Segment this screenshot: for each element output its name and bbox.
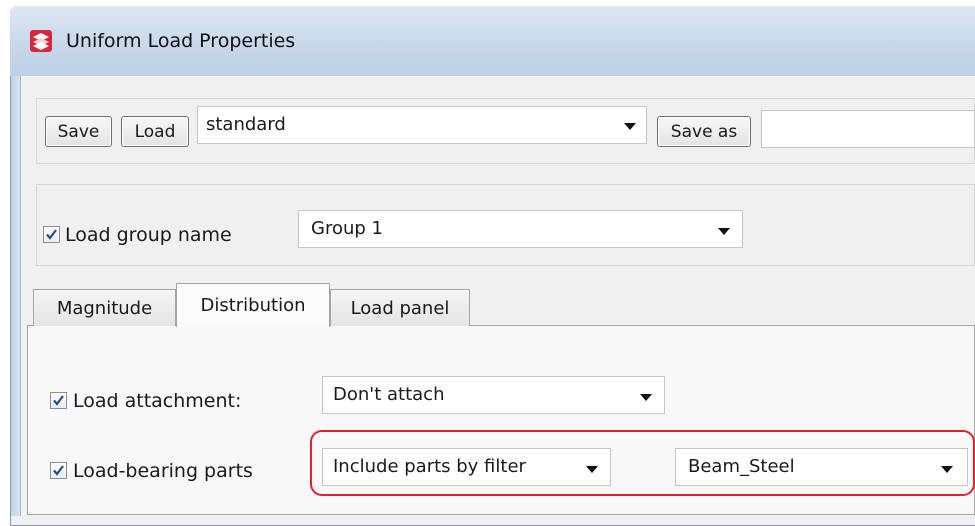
load-bearing-checkbox[interactable] (50, 462, 67, 479)
save-as-name-input[interactable] (761, 110, 975, 148)
window-title: Uniform Load Properties (66, 30, 296, 52)
chevron-down-icon (640, 394, 652, 401)
load-group-checkbox[interactable] (43, 226, 60, 243)
load-attachment-label: Load attachment: (73, 390, 242, 412)
checkmark-icon (53, 395, 64, 406)
load-bearing-mode-dropdown[interactable]: Include parts by filter (322, 448, 611, 486)
load-attachment-dropdown[interactable]: Don't attach (322, 376, 665, 414)
window-left-border (11, 76, 21, 516)
load-button[interactable]: Load (121, 116, 189, 147)
load-attachment-checkbox[interactable] (50, 392, 67, 409)
app-icon (30, 30, 52, 52)
save-button[interactable]: Save (45, 116, 112, 147)
checkmark-icon (53, 465, 64, 476)
chevron-down-icon (941, 466, 953, 473)
load-group-value: Group 1 (311, 218, 383, 239)
chevron-down-icon (624, 123, 636, 130)
load-bearing-mode-value: Include parts by filter (333, 456, 526, 477)
filter-dropdown[interactable]: Beam_Steel (675, 448, 968, 486)
load-bearing-label: Load-bearing parts (73, 460, 253, 482)
load-attachment-value: Don't attach (333, 384, 445, 405)
checkmark-icon (46, 229, 57, 240)
chevron-down-icon (718, 228, 730, 235)
save-as-button[interactable]: Save as (657, 116, 751, 147)
tab-distribution[interactable]: Distribution (176, 283, 330, 327)
load-group-label: Load group name (65, 224, 232, 246)
tab-load-panel[interactable]: Load panel (330, 289, 470, 326)
filter-value: Beam_Steel (688, 456, 795, 477)
tab-magnitude[interactable]: Magnitude (33, 289, 176, 326)
load-group-dropdown[interactable]: Group 1 (298, 210, 743, 248)
preset-dropdown[interactable]: standard (197, 106, 647, 144)
chevron-down-icon (586, 466, 598, 473)
preset-value: standard (206, 114, 286, 135)
